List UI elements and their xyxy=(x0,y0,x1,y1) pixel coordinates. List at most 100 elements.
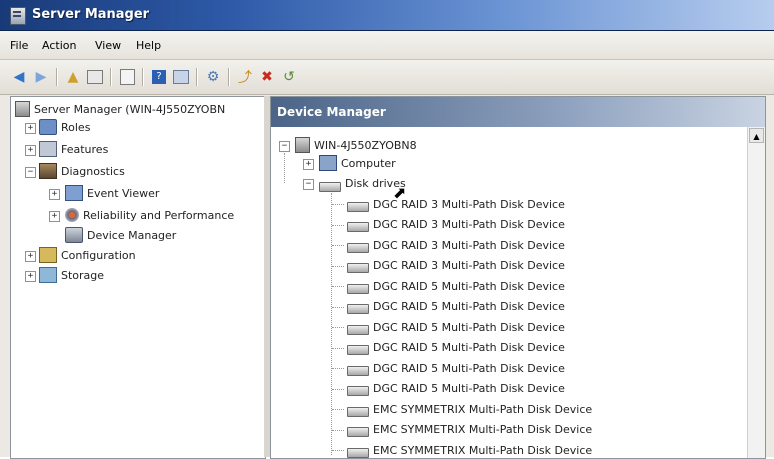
reliability-performance-icon xyxy=(65,208,79,222)
tree-item-label: DGC RAID 3 Multi-Path Disk Device xyxy=(373,238,565,252)
help-icon[interactable]: ? xyxy=(150,68,168,86)
vertical-scrollbar[interactable]: ▲ xyxy=(747,127,765,458)
menu-view[interactable]: View xyxy=(95,39,121,52)
collapse-diagnostics-toggle[interactable]: − xyxy=(25,167,36,178)
back-arrow-icon[interactable]: ◀ xyxy=(10,68,28,86)
expand-storage-toggle[interactable]: + xyxy=(25,271,36,282)
disk-drive-icon xyxy=(347,304,369,314)
tree-item-features[interactable]: Features xyxy=(39,139,108,159)
tree-item-label: DGC RAID 5 Multi-Path Disk Device xyxy=(373,361,565,375)
toolbar-separator xyxy=(228,68,229,86)
forward-arrow-icon[interactable]: ▶ xyxy=(32,68,50,86)
menu-file[interactable]: File xyxy=(10,39,28,52)
expand-reliability-toggle[interactable]: + xyxy=(49,211,60,222)
server-manager-window: Server Manager File Action View Help ◀ ▶… xyxy=(0,0,774,459)
tree-item-disk-device[interactable]: DGC RAID 3 Multi-Path Disk Device xyxy=(347,256,565,276)
expand-computer-toggle[interactable]: + xyxy=(303,159,314,170)
tree-item-diagnostics[interactable]: Diagnostics xyxy=(39,161,125,181)
tree-item-label: Device Manager xyxy=(87,228,177,242)
tree-item-host[interactable]: WIN-4J550ZYOBN8 xyxy=(295,135,417,155)
tree-item-configuration[interactable]: Configuration xyxy=(39,245,136,265)
tree-item-storage[interactable]: Storage xyxy=(39,265,104,285)
tree-connector xyxy=(284,153,285,183)
up-folder-icon[interactable]: ▲ xyxy=(64,68,82,86)
tree-connector xyxy=(332,327,344,328)
tree-item-disk-device[interactable]: DGC RAID 3 Multi-Path Disk Device xyxy=(347,235,565,255)
tree-item-disk-device[interactable]: DGC RAID 5 Multi-Path Disk Device xyxy=(347,297,565,317)
tree-item-label: DGC RAID 3 Multi-Path Disk Device xyxy=(373,197,565,211)
tree-item-label: EMC SYMMETRIX Multi-Path Disk Device xyxy=(373,402,593,416)
tree-connector xyxy=(331,193,332,455)
disk-drive-icon xyxy=(347,222,369,232)
tree-item-label: Diagnostics xyxy=(61,164,125,178)
show-hide-tree-icon[interactable] xyxy=(86,68,104,86)
expand-features-toggle[interactable]: + xyxy=(25,145,36,156)
expand-roles-toggle[interactable]: + xyxy=(25,123,36,134)
expand-event-viewer-toggle[interactable]: + xyxy=(49,189,60,200)
tree-connector xyxy=(332,306,344,308)
tree-item-label: DGC RAID 5 Multi-Path Disk Device xyxy=(373,279,565,293)
tree-item-computer[interactable]: Computer xyxy=(319,153,396,173)
pane-header: Device Manager xyxy=(271,97,765,127)
server-manager-app-icon xyxy=(10,7,26,25)
tree-item-disk-device[interactable]: DGC RAID 5 Multi-Path Disk Device xyxy=(347,338,565,358)
tree-item-label: Computer xyxy=(341,156,396,170)
tree-item-event-viewer[interactable]: Event Viewer xyxy=(65,183,159,203)
event-viewer-icon xyxy=(65,185,83,201)
tree-item-reliability-performance[interactable]: Reliability and Performance xyxy=(65,205,234,225)
server-icon xyxy=(15,101,30,117)
disk-drive-icon xyxy=(347,447,369,458)
console-icon[interactable] xyxy=(172,68,190,86)
features-icon xyxy=(39,141,57,157)
toolbar-separator xyxy=(142,68,143,86)
tree-connector xyxy=(332,245,344,246)
tree-connector xyxy=(332,388,344,390)
tree-item-disk-device[interactable]: DGC RAID 5 Multi-Path Disk Device xyxy=(347,276,565,296)
disk-drive-icon xyxy=(347,201,369,212)
storage-icon xyxy=(39,267,57,283)
update-driver-icon[interactable]: ⤴ xyxy=(236,68,254,86)
tree-item-device-manager[interactable]: Device Manager xyxy=(65,225,176,245)
tree-item-disk-device[interactable]: DGC RAID 3 Multi-Path Disk Device xyxy=(347,215,565,235)
tree-item-disk-device[interactable]: EMC SYMMETRIX Multi-Path Disk Device xyxy=(347,440,592,458)
title-bar[interactable]: Server Manager xyxy=(0,0,774,31)
tree-connector xyxy=(332,429,344,431)
tree-item-roles[interactable]: Roles xyxy=(39,117,90,137)
tree-item-server-manager[interactable]: Server Manager (WIN-4J550ZYOBN xyxy=(15,99,225,119)
disk-drive-icon xyxy=(347,427,369,437)
disk-drive-icon xyxy=(347,345,369,355)
tree-connector xyxy=(332,347,344,349)
tree-item-disk-device[interactable]: DGC RAID 5 Multi-Path Disk Device xyxy=(347,317,565,337)
tree-connector xyxy=(332,204,344,205)
disk-drives-icon xyxy=(319,182,341,192)
tree-item-disk-device[interactable]: DGC RAID 3 Multi-Path Disk Device xyxy=(347,194,565,214)
tree-item-label: Features xyxy=(61,142,109,156)
disk-drive-icon xyxy=(347,406,369,417)
menu-action[interactable]: Action xyxy=(42,39,76,52)
pane-header-title: Device Manager xyxy=(277,105,386,119)
tree-connector xyxy=(332,286,344,287)
disk-drive-icon xyxy=(347,283,369,294)
scan-hardware-icon[interactable]: ⚙ xyxy=(204,68,222,86)
tree-item-label: WIN-4J550ZYOBN8 xyxy=(314,138,417,152)
menu-help[interactable]: Help xyxy=(136,39,161,52)
expand-configuration-toggle[interactable]: + xyxy=(25,251,36,262)
tree-item-disk-device[interactable]: EMC SYMMETRIX Multi-Path Disk Device xyxy=(347,399,592,419)
tree-item-label: DGC RAID 3 Multi-Path Disk Device xyxy=(373,259,565,272)
tree-item-disk-device[interactable]: DGC RAID 5 Multi-Path Disk Device xyxy=(347,358,565,378)
scroll-up-arrow-icon[interactable]: ▲ xyxy=(749,128,764,143)
rollback-icon[interactable]: ↺ xyxy=(280,68,298,86)
tree-item-label: DGC RAID 5 Multi-Path Disk Device xyxy=(373,341,565,354)
disable-device-icon[interactable]: ✖ xyxy=(258,68,276,86)
tree-item-disk-device[interactable]: DGC RAID 5 Multi-Path Disk Device xyxy=(347,379,565,399)
tree-connector xyxy=(332,224,344,226)
tree-item-disk-device[interactable]: EMC SYMMETRIX Multi-Path Disk Device xyxy=(347,420,592,440)
toolbar: ◀ ▶ ▲ ? ⚙ ⤴ ✖ ↺ xyxy=(0,60,774,95)
diagnostics-icon xyxy=(39,163,57,179)
toolbar-separator xyxy=(110,68,111,86)
collapse-host-toggle[interactable]: − xyxy=(279,141,290,152)
computer-icon xyxy=(319,155,337,171)
properties-icon[interactable] xyxy=(118,68,136,86)
device-manager-icon xyxy=(65,227,83,243)
collapse-disk-drives-toggle[interactable]: − xyxy=(303,179,314,190)
